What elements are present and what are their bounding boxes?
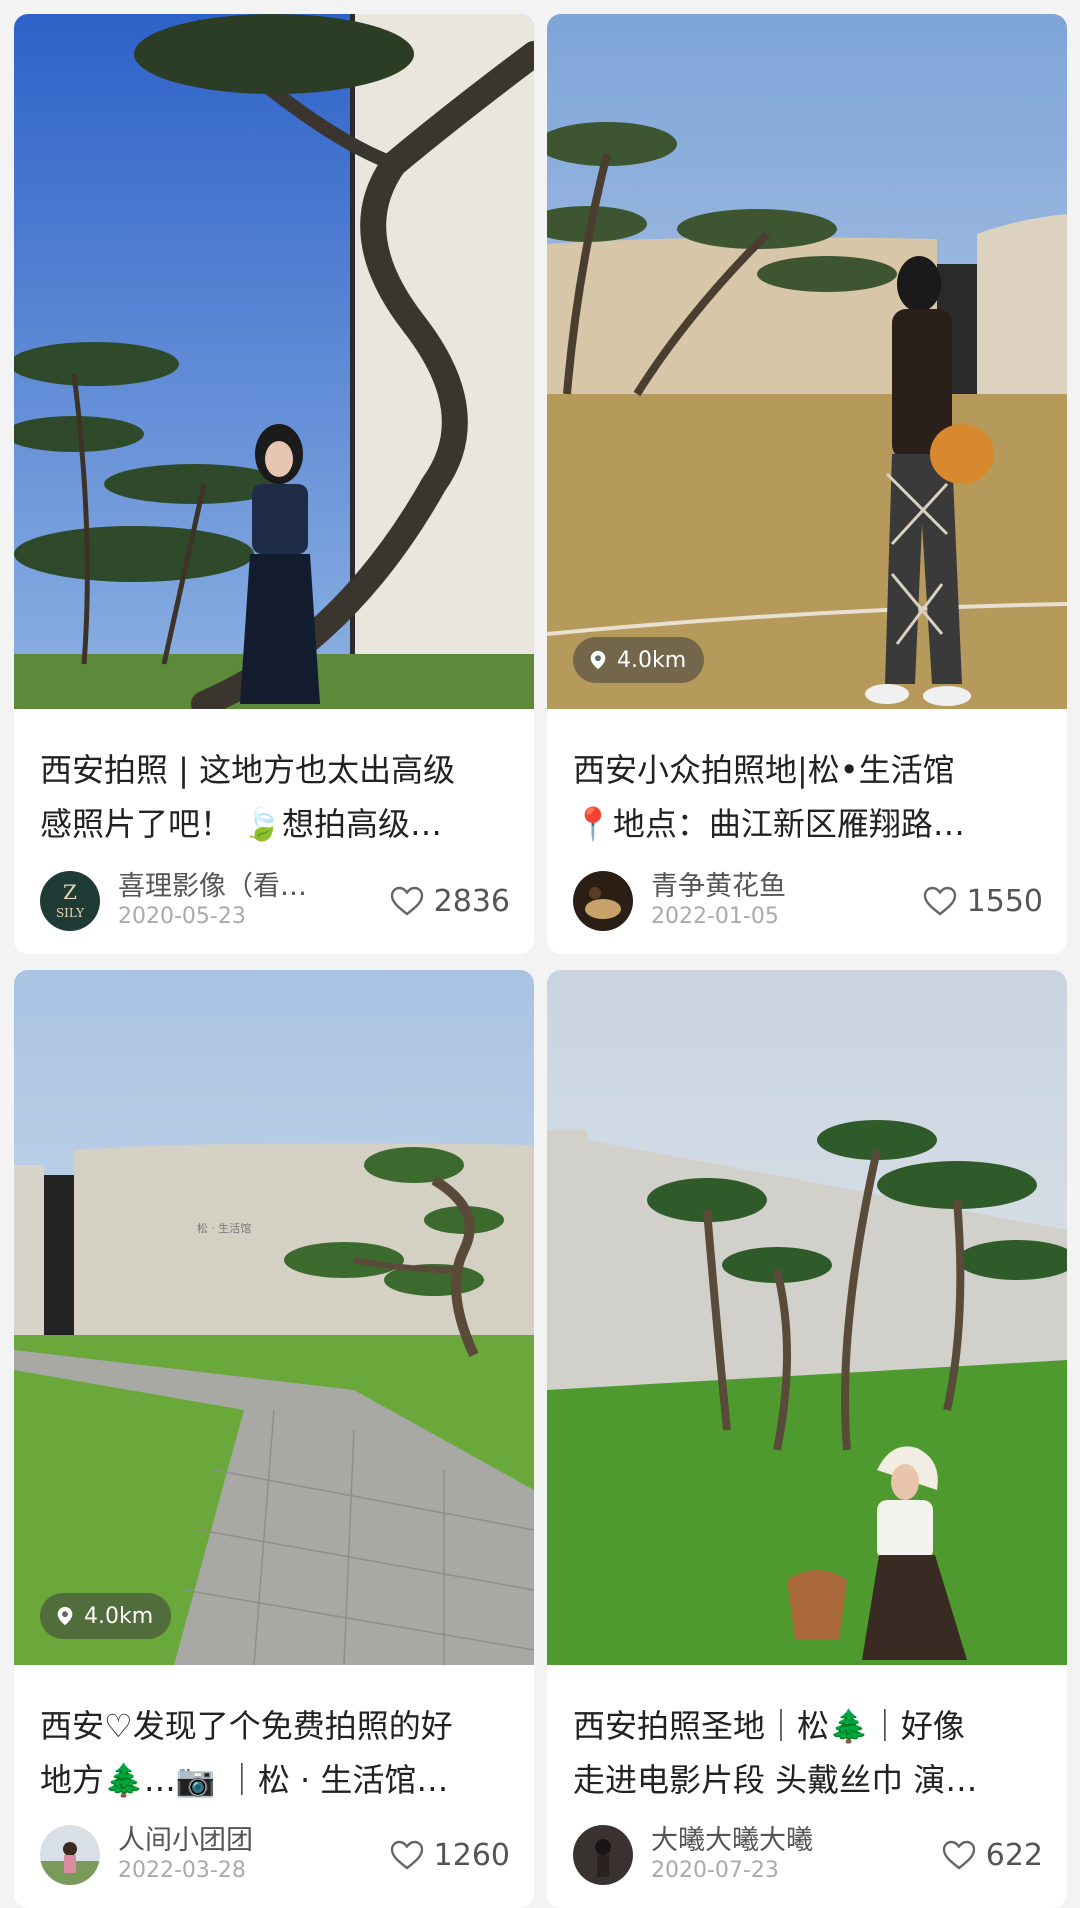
distance-text: 4.0km xyxy=(84,1603,154,1629)
distance-badge: 4.0km xyxy=(40,1593,172,1639)
author-name[interactable]: 青争黄花鱼 xyxy=(651,871,923,903)
distance-text: 4.0km xyxy=(617,647,687,673)
note-title[interactable]: 西安♡发现了个免费拍照的好 地方🌲…📷 ｜松 · 生活馆… xyxy=(40,1699,508,1807)
like-count: 2836 xyxy=(433,883,510,919)
distance-badge: 4.0km xyxy=(573,637,705,683)
author-name[interactable]: 人间小团团 xyxy=(118,1825,390,1857)
author-info: 青争黄花鱼 2022-01-05 xyxy=(651,871,923,931)
cover-image-woman-with-scarf xyxy=(547,970,1067,1665)
svg-text:SILY: SILY xyxy=(56,906,85,920)
heart-outline-icon xyxy=(390,1840,423,1870)
note-card[interactable]: 西安拍照圣地｜松🌲｜好像 走进电影片段 头戴丝巾 演… 大曦大曦大曦 2020-… xyxy=(547,970,1067,1908)
author-info: 大曦大曦大曦 2020-07-23 xyxy=(651,1825,942,1885)
note-cover-photo[interactable] xyxy=(14,14,534,709)
note-title[interactable]: 西安拍照 | 这地方也太出高级 感照片了吧！ 🍃想拍高级… xyxy=(40,743,508,851)
author-info: 喜理影像（看… 2020-05-23 xyxy=(118,871,390,931)
svg-text:Z: Z xyxy=(63,880,77,904)
like-button[interactable]: 1260 xyxy=(390,1838,510,1873)
author-info: 人间小团团 2022-03-28 xyxy=(118,1825,390,1885)
author-name[interactable]: 大曦大曦大曦 xyxy=(651,1825,942,1857)
note-title-line: 走进电影片段 头戴丝巾 演… xyxy=(573,1761,978,1799)
note-feed: 西安拍照 | 这地方也太出高级 感照片了吧！ 🍃想拍高级… Z SILY 喜理影… xyxy=(0,0,1080,1908)
note-meta: Z SILY 喜理影像（看… 2020-05-23 2836 xyxy=(40,870,510,932)
note-card[interactable]: 松 · 生活馆 4.0km 西安♡发现了个免费拍照的好 地方🌲…📷 ｜松 · 生… xyxy=(14,970,534,1908)
post-date: 2020-07-23 xyxy=(651,1858,779,1883)
note-meta: 大曦大曦大曦 2020-07-23 622 xyxy=(573,1824,1043,1886)
cover-image-woman-by-pine xyxy=(14,14,534,709)
note-title-line: 地方🌲…📷 ｜松 · 生活馆… xyxy=(40,1761,449,1799)
author-avatar[interactable] xyxy=(573,871,633,931)
heart-outline-icon xyxy=(942,1840,975,1870)
note-meta: 青争黄花鱼 2022-01-05 1550 xyxy=(573,870,1043,932)
note-cover-photo[interactable]: 松 · 生活馆 4.0km xyxy=(14,970,534,1665)
note-title-line: 西安拍照圣地｜松🌲｜好像 xyxy=(573,1707,965,1745)
note-cover-photo[interactable]: 4.0km xyxy=(547,14,1067,709)
author-avatar[interactable]: Z SILY xyxy=(40,871,100,931)
post-date: 2022-01-05 xyxy=(651,904,779,929)
like-button[interactable]: 1550 xyxy=(923,884,1043,919)
author-name[interactable]: 喜理影像（看… xyxy=(118,871,390,903)
note-title-line: 西安小众拍照地|松•生活馆 xyxy=(573,751,955,789)
post-date: 2022-03-28 xyxy=(118,1858,246,1883)
like-count: 1550 xyxy=(966,883,1043,919)
note-title[interactable]: 西安拍照圣地｜松🌲｜好像 走进电影片段 头戴丝巾 演… xyxy=(573,1699,1041,1807)
like-button[interactable]: 622 xyxy=(942,1838,1043,1873)
note-title-line: 📍地点：曲江新区雁翔路… xyxy=(573,805,965,843)
note-cover-photo[interactable] xyxy=(547,970,1067,1665)
note-card[interactable]: 4.0km 西安小众拍照地|松•生活馆 📍地点：曲江新区雁翔路… 青争黄花鱼 2… xyxy=(547,14,1067,954)
cover-image-stone-path-building: 松 · 生活馆 xyxy=(14,970,534,1665)
cover-image-woman-walking-lawn xyxy=(547,14,1067,709)
avatar-image xyxy=(573,1825,633,1885)
note-title[interactable]: 西安小众拍照地|松•生活馆 📍地点：曲江新区雁翔路… xyxy=(573,743,1041,851)
heart-outline-icon xyxy=(923,886,956,916)
note-title-line: 西安♡发现了个免费拍照的好 xyxy=(40,1707,453,1745)
svg-text:松 · 生活馆: 松 · 生活馆 xyxy=(197,1221,252,1235)
like-count: 622 xyxy=(985,1837,1043,1873)
note-card[interactable]: 西安拍照 | 这地方也太出高级 感照片了吧！ 🍃想拍高级… Z SILY 喜理影… xyxy=(14,14,534,954)
location-pin-icon xyxy=(590,650,606,670)
like-count: 1260 xyxy=(433,1837,510,1873)
note-title-line: 西安拍照 | 这地方也太出高级 xyxy=(40,751,456,789)
note-title-line: 感照片了吧！ 🍃想拍高级… xyxy=(40,805,443,843)
location-pin-icon xyxy=(57,1606,73,1626)
post-date: 2020-05-23 xyxy=(118,904,246,929)
like-button[interactable]: 2836 xyxy=(390,884,510,919)
note-meta: 人间小团团 2022-03-28 1260 xyxy=(40,1824,510,1886)
sily-logo-icon: Z SILY xyxy=(40,871,100,931)
avatar-image xyxy=(40,1825,100,1885)
heart-outline-icon xyxy=(390,886,423,916)
avatar-image xyxy=(573,871,633,931)
author-avatar[interactable] xyxy=(40,1825,100,1885)
author-avatar[interactable] xyxy=(573,1825,633,1885)
